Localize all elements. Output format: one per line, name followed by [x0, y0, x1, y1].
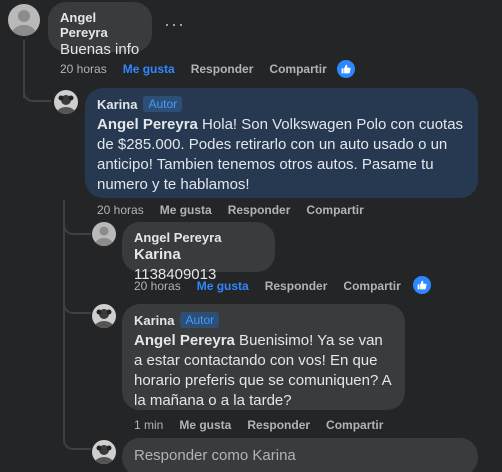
reply-bubble: Karina Autor Angel Pereyra Buenisimo! Ya… — [122, 304, 405, 410]
reply-button[interactable]: Responder — [191, 62, 254, 76]
reply-actions: 20 horas Me gusta Responder Compartir — [134, 279, 417, 293]
reply-bubble: Angel Pereyra Karina 1138409013 — [122, 222, 275, 283]
comment-author[interactable]: Angel Pereyra — [60, 10, 140, 40]
avatar[interactable] — [92, 440, 116, 464]
share-button[interactable]: Compartir — [306, 203, 363, 217]
reply-bubble: Karina Autor Angel Pereyra Hola! Son Vol… — [85, 88, 478, 198]
mention-link[interactable]: Angel Pereyra — [97, 116, 198, 133]
mention-link[interactable]: Angel Pereyra — [134, 332, 235, 349]
reply-author[interactable]: Karina — [97, 97, 137, 112]
comment-bubble: Angel Pereyra Buenas info — [48, 2, 152, 58]
comment-actions: 20 horas Me gusta Responder Compartir — [60, 62, 343, 76]
reply-author[interactable]: Angel Pereyra — [134, 230, 263, 245]
thumbs-up-icon[interactable] — [413, 276, 431, 294]
share-button[interactable]: Compartir — [343, 279, 400, 293]
share-button[interactable]: Compartir — [326, 418, 383, 432]
like-button[interactable]: Me gusta — [160, 203, 212, 217]
avatar[interactable] — [92, 304, 116, 328]
avatar[interactable] — [54, 90, 78, 114]
reply-button[interactable]: Responder — [265, 279, 328, 293]
thumbs-up-icon[interactable] — [337, 60, 355, 78]
thread-line-replies — [63, 200, 65, 440]
reply-text: Angel Pereyra Hola! Son Volkswagen Polo … — [97, 115, 466, 195]
like-button[interactable]: Me gusta — [197, 279, 249, 293]
reply-button[interactable]: Responder — [228, 203, 291, 217]
comment-text: Buenas info — [60, 41, 140, 58]
like-button[interactable]: Me gusta — [123, 62, 175, 76]
thread-connector — [23, 80, 51, 102]
avatar[interactable] — [92, 222, 116, 246]
reply-actions: 1 min Me gusta Responder Compartir — [134, 418, 399, 432]
author-badge: Autor — [143, 96, 183, 112]
reply-author[interactable]: Karina — [134, 313, 174, 328]
thread-connector — [63, 420, 91, 450]
avatar[interactable] — [8, 4, 40, 36]
reply-time[interactable]: 20 horas — [134, 279, 181, 293]
reply-input-placeholder: Responder como Karina — [134, 447, 296, 464]
reply-time[interactable]: 1 min — [134, 418, 163, 432]
mention-link[interactable]: Karina — [134, 246, 181, 263]
thread-connector — [63, 290, 91, 314]
like-button[interactable]: Me gusta — [179, 418, 231, 432]
reply-button[interactable]: Responder — [247, 418, 310, 432]
reply-input[interactable]: Responder como Karina — [122, 438, 478, 472]
reply-actions: 20 horas Me gusta Responder Compartir — [97, 203, 380, 217]
thread-connector — [63, 215, 91, 235]
author-badge: Autor — [180, 312, 220, 328]
comment-time[interactable]: 20 horas — [60, 62, 107, 76]
reply-time[interactable]: 20 horas — [97, 203, 144, 217]
more-options-icon[interactable]: ··· — [164, 14, 185, 35]
share-button[interactable]: Compartir — [269, 62, 326, 76]
reply-text: Angel Pereyra Buenisimo! Ya se van a est… — [134, 331, 393, 411]
